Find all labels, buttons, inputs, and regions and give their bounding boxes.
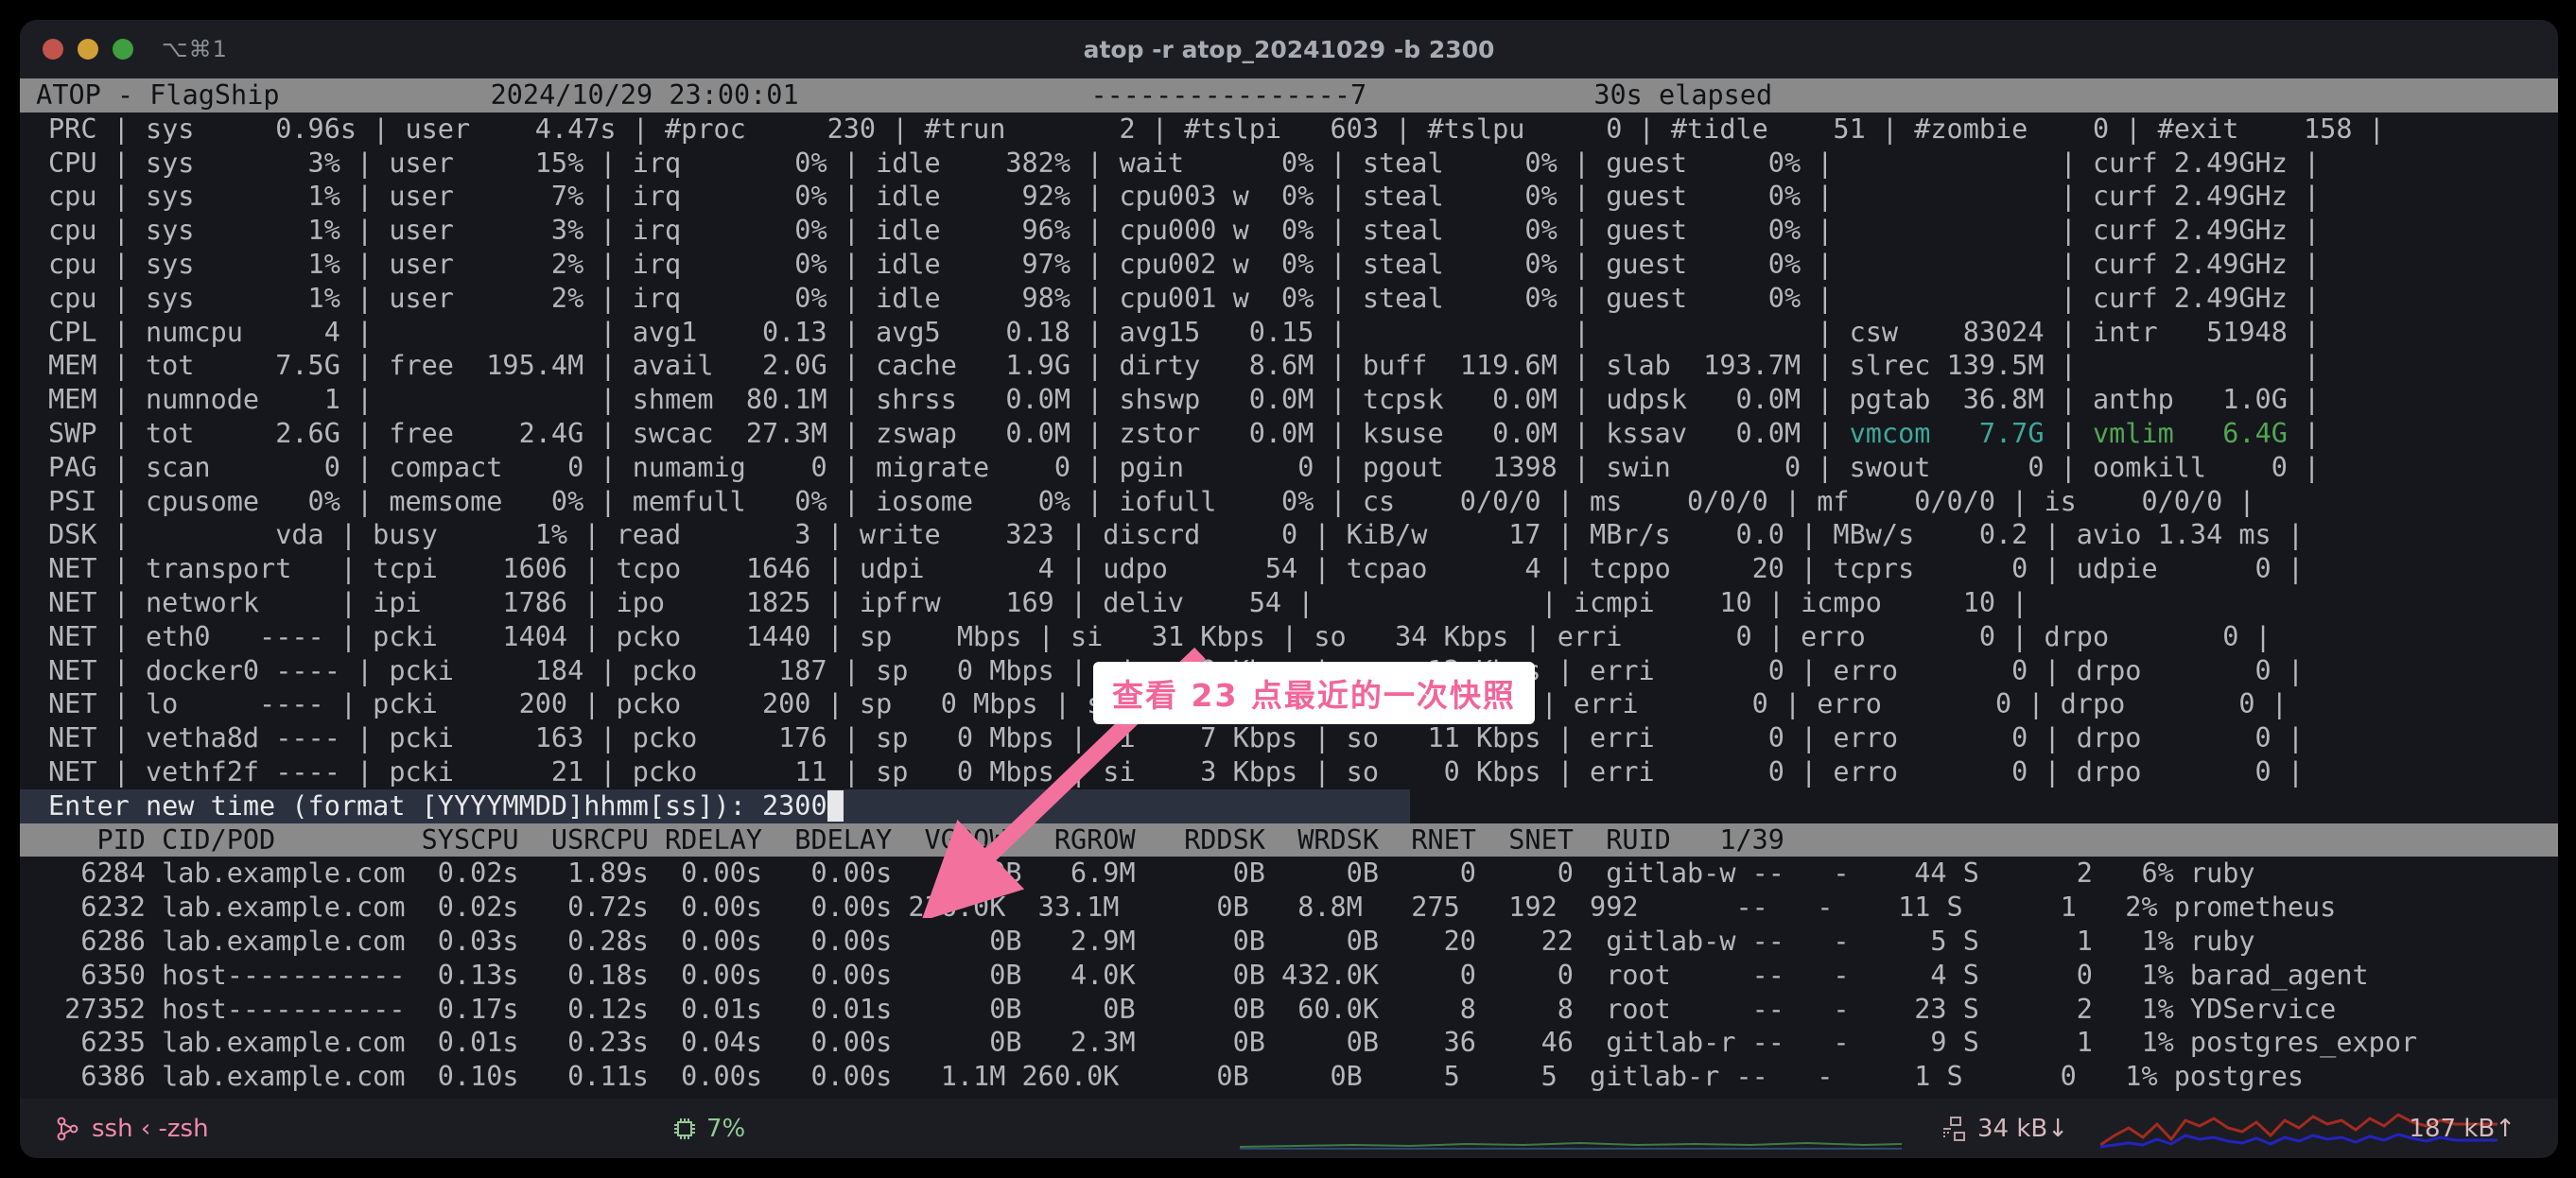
atop-stat-row: NET | vetha8d ---- | pcki 163 | pcko 176…: [48, 722, 2305, 754]
atop-stat-row: cpu | sys 1% | user 2% | irq 0% | idle 9…: [48, 248, 2321, 280]
table-row[interactable]: 6386 lab.example.com 0.10s 0.11s 0.00s 0…: [48, 1060, 2558, 1094]
terminal-content[interactable]: ATOP - FlagShip 2024/10/29 23:00:01 ----…: [20, 78, 2558, 1158]
atop-stat-row: PAG | scan 0 | compact 0 | numamig 0 | m…: [48, 451, 2321, 483]
status-bar: ssh ‹ -zsh 7% 34 kB↓ 187 kB↑: [20, 1099, 2558, 1158]
title-bar: ⌥⌘1 atop -r atop_20241029 -b 2300: [20, 20, 2558, 78]
status-cpu: 7%: [672, 1115, 745, 1143]
atop-stat-row: cpu | sys 1% | user 7% | irq 0% | idle 9…: [48, 181, 2321, 213]
atop-stat-row: CPL | numcpu 4 | | avg1 0.13 | avg5 0.18…: [48, 316, 2321, 348]
table-row[interactable]: 27352 host----------- 0.17s 0.12s 0.01s …: [48, 993, 2558, 1027]
atop-stat-row: MEM | tot 7.5G | free 195.4M | avail 2.0…: [48, 350, 2321, 382]
window-title: atop -r atop_20241029 -b 2300: [1083, 36, 1495, 63]
status-net-up-label: 187 kB↑: [2409, 1114, 2515, 1143]
atop-stat-row: DSK | vda | busy 1% | read 3 | write 323…: [48, 519, 2305, 551]
status-cpu-label: 7%: [706, 1114, 746, 1143]
network-icon: [1943, 1116, 1965, 1141]
table-row[interactable]: 6284 lab.example.com 0.02s 1.89s 0.00s 0…: [48, 857, 2558, 891]
atop-stat-row: SWP | tot 2.6G | free 2.4G | swcac 27.3M…: [48, 417, 2321, 449]
atop-stat-row: NET | transport | tcpi 1606 | tcpo 1646 …: [48, 553, 2305, 585]
status-net-up: 187 kB↑: [2409, 1115, 2515, 1143]
table-row[interactable]: 6235 lab.example.com 0.01s 0.23s 0.04s 0…: [48, 1026, 2558, 1060]
atop-stat-row: PSI | cpusome 0% | memsome 0% | memfull …: [48, 485, 2255, 517]
atop-header-bar: ATOP - FlagShip 2024/10/29 23:00:01 ----…: [20, 78, 2558, 113]
text-cursor: [827, 789, 844, 822]
process-table-header: PID CID/POD SYSCPU USRCPU RDELAY BDELAY …: [20, 823, 2558, 858]
process-table-rows[interactable]: 6284 lab.example.com 0.02s 1.89s 0.00s 0…: [20, 857, 2558, 1094]
branch-icon: [57, 1117, 78, 1140]
status-shell-label: ssh ‹ -zsh: [92, 1114, 209, 1143]
table-row[interactable]: 6232 lab.example.com 0.02s 0.72s 0.00s 0…: [48, 891, 2558, 925]
cpu-sparkline: [1240, 1141, 1902, 1150]
atop-stat-row: MEM | numnode 1 | | shmem 80.1M | shrss …: [48, 384, 2321, 416]
annotation-text: 查看 23 点最近的一次快照: [1112, 677, 1516, 714]
annotation-label: 查看 23 点最近的一次快照: [1093, 662, 1535, 724]
status-shell[interactable]: ssh ‹ -zsh: [56, 1115, 209, 1143]
status-net-down-label: 34 kB↓: [1977, 1114, 2069, 1143]
atop-stat-row: NET | vethf2f ---- | pcki 21 | pcko 11 |…: [48, 755, 2305, 788]
table-row[interactable]: 6350 host----------- 0.13s 0.18s 0.00s 0…: [48, 959, 2558, 993]
atop-stat-row: PRC | sys 0.96s | user 4.47s | #proc 230…: [48, 113, 2385, 145]
terminal-window: ⌥⌘1 atop -r atop_20241029 -b 2300 ATOP -…: [20, 20, 2558, 1158]
table-row[interactable]: 6286 lab.example.com 0.03s 0.28s 0.00s 0…: [48, 925, 2558, 959]
atop-stat-row: NET | network | ipi 1786 | ipo 1825 | ip…: [48, 586, 2028, 618]
status-net-down: 34 kB↓: [1940, 1115, 2068, 1143]
atop-stat-row: cpu | sys 1% | user 2% | irq 0% | idle 9…: [48, 282, 2321, 314]
cpu-icon: [674, 1117, 695, 1139]
atop-stat-row: CPU | sys 3% | user 15% | irq 0% | idle …: [48, 147, 2321, 179]
atop-stat-row: NET | eth0 ---- | pcki 1404 | pcko 1440 …: [48, 620, 2271, 652]
atop-stat-row: cpu | sys 1% | user 3% | irq 0% | idle 9…: [48, 215, 2321, 247]
